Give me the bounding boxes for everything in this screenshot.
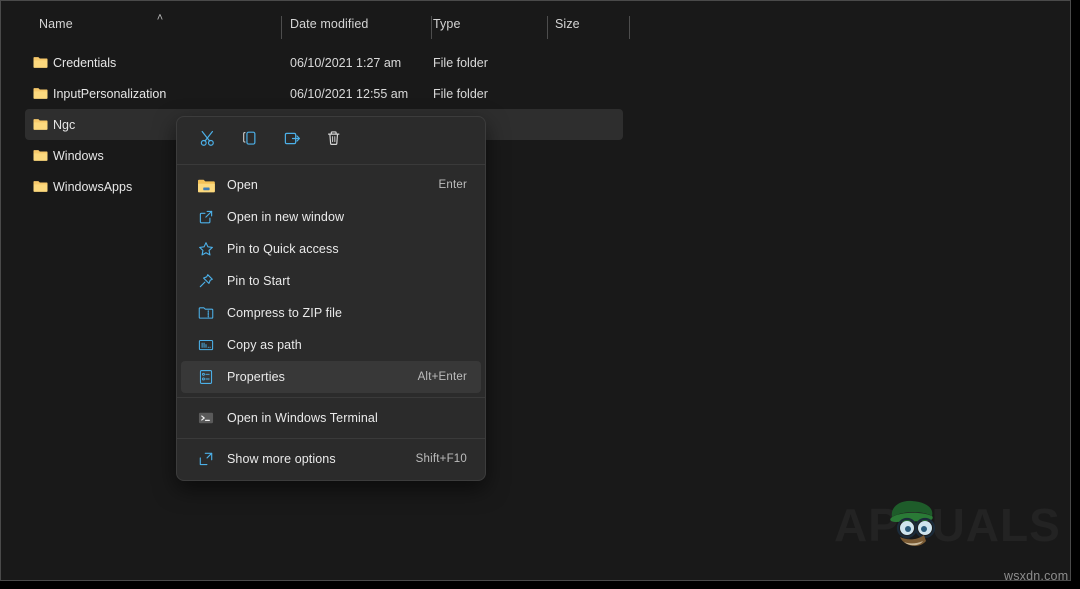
rename-button[interactable] (271, 124, 313, 158)
file-row[interactable]: WindowsApps (1, 171, 1070, 202)
file-row[interactable]: InputPersonalization 06/10/2021 12:55 am F… (1, 78, 1070, 109)
terminal-icon (195, 408, 217, 428)
copy-path-icon (195, 335, 217, 355)
menu-item-label: Copy as path (227, 338, 302, 352)
column-header-name-label: Name (39, 16, 73, 31)
menu-item-shortcut: Alt+Enter (417, 371, 467, 383)
external-link-icon (195, 207, 217, 227)
column-header-type-label: Type (433, 16, 461, 31)
copy-button[interactable] (229, 124, 271, 158)
context-menu-toolbar (177, 117, 485, 164)
file-row[interactable]: Ngc (1, 109, 1070, 140)
menu-item-label: Open in Windows Terminal (227, 411, 378, 425)
properties-icon (195, 367, 217, 387)
file-date-modified: 06/10/2021 12:55 am (290, 86, 409, 101)
menu-item-label: Properties (227, 370, 285, 384)
file-name: Windows (53, 148, 104, 163)
appuals-watermark: APPUALS (834, 497, 1060, 553)
file-explorer-window: Name ˄ Date modified Type Size Credentia… (0, 0, 1071, 581)
menu-item-pin-to-start[interactable]: Pin to Start (181, 265, 481, 297)
file-row[interactable]: Credentials 06/10/2021 1:27 am File folder (1, 47, 1070, 78)
menu-item-label: Pin to Start (227, 274, 291, 288)
menu-item-label: Show more options (227, 452, 336, 466)
file-date-modified: 06/10/2021 1:27 am (290, 55, 402, 70)
context-menu: Open Enter Open in new window Pin to Quick … (176, 116, 486, 481)
copy-icon (241, 129, 260, 153)
menu-item-label: Pin to Quick access (227, 242, 339, 256)
menu-item-open[interactable]: Open Enter (181, 169, 481, 201)
column-header-date-modified[interactable]: Date modified (290, 1, 368, 46)
file-name: InputPersonalization (53, 86, 167, 101)
menu-item-shortcut: Shift+F10 (415, 453, 467, 465)
appuals-mascot-icon (890, 500, 936, 546)
menu-item-open-in-windows-terminal[interactable]: Open in Windows Terminal (181, 402, 481, 434)
menu-item-show-more-options[interactable]: Show more options Shift+F10 (181, 443, 481, 475)
column-divider[interactable] (547, 16, 548, 39)
file-name: Ngc (53, 117, 76, 132)
column-header-date-modified-label: Date modified (290, 16, 369, 31)
folder-open-icon (195, 175, 217, 195)
rename-icon (283, 129, 302, 153)
context-menu-items: Open Enter Open in new window Pin to Quick … (177, 165, 485, 480)
file-name: WindowsApps (53, 179, 133, 194)
menu-item-shortcut: Enter (438, 179, 467, 191)
folder-icon (32, 86, 49, 100)
menu-item-label: Compress to ZIP file (227, 306, 343, 320)
zip-folder-icon (195, 303, 217, 323)
column-header-row: Name ˄ Date modified Type Size (1, 1, 1070, 46)
folder-icon (32, 179, 49, 193)
cut-icon (199, 129, 218, 153)
folder-icon (32, 117, 49, 131)
star-icon (195, 239, 217, 259)
column-divider[interactable] (281, 16, 282, 39)
menu-item-label: Open in new window (227, 210, 345, 224)
menu-item-copy-as-path[interactable]: Copy as path (181, 329, 481, 361)
column-header-size-label: Size (555, 16, 580, 31)
menu-item-pin-to-quick-access[interactable]: Pin to Quick access (181, 233, 481, 265)
menu-item-open-in-new-window[interactable]: Open in new window (181, 201, 481, 233)
file-type: File folder (433, 55, 488, 70)
menu-separator (177, 397, 485, 398)
wsxdn-watermark: wsxdn.com (1004, 569, 1069, 581)
appuals-brand-text: APPUALS (834, 499, 1061, 551)
sort-ascending-icon: ˄ (156, 12, 164, 24)
pin-icon (195, 271, 217, 291)
file-type: File folder (433, 86, 488, 101)
cut-button[interactable] (187, 124, 229, 158)
folder-icon (32, 55, 49, 69)
column-divider[interactable] (629, 16, 630, 39)
column-header-name[interactable]: Name (39, 1, 73, 46)
menu-item-compress-to-zip-file[interactable]: Compress to ZIP file (181, 297, 481, 329)
show-more-icon (195, 449, 217, 469)
column-divider[interactable] (431, 16, 432, 39)
menu-separator (177, 438, 485, 439)
folder-icon (32, 148, 49, 162)
column-header-type[interactable]: Type (433, 1, 461, 46)
delete-button[interactable] (313, 124, 355, 158)
file-list: Credentials 06/10/2021 1:27 am File folder… (1, 47, 1070, 202)
delete-icon (325, 129, 344, 153)
file-name: Credentials (53, 55, 117, 70)
menu-item-properties[interactable]: Properties Alt+Enter (181, 361, 481, 393)
menu-item-label: Open (227, 178, 258, 192)
column-header-size[interactable]: Size (555, 1, 580, 46)
file-row[interactable]: Windows (1, 140, 1070, 171)
